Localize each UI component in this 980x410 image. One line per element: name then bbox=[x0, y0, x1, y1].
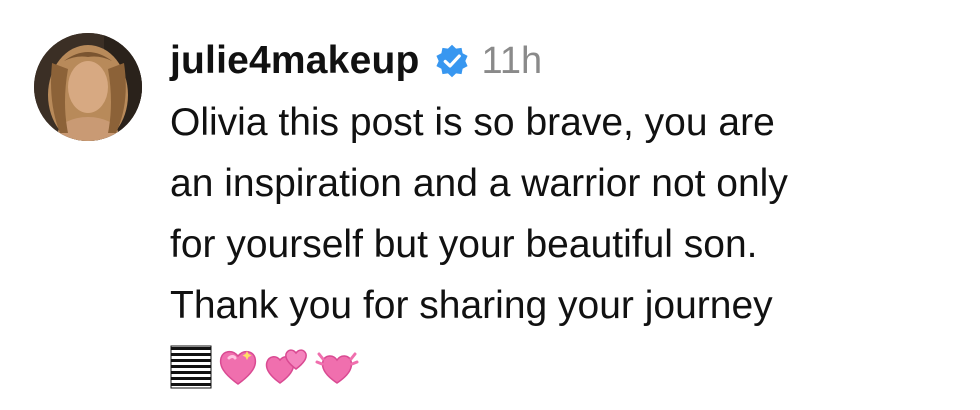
avatar[interactable] bbox=[34, 33, 142, 141]
comment-text-line: Thank you for sharing your journey bbox=[170, 284, 773, 327]
comment-text-line: an inspiration and a warrior not only bbox=[170, 162, 788, 205]
sparkling-heart-emoji-icon bbox=[219, 350, 257, 385]
striped-ribbon-emoji-icon bbox=[170, 345, 212, 388]
comment-header: julie4makeup 11h bbox=[170, 30, 970, 92]
comment-content: julie4makeup 11h Olivia this post is so … bbox=[170, 30, 970, 397]
beating-heart-emoji-icon bbox=[315, 352, 359, 384]
comment-text-line: for yourself but your beautiful son. bbox=[170, 223, 758, 266]
two-hearts-emoji-icon bbox=[265, 348, 307, 384]
username-link[interactable]: julie4makeup bbox=[170, 39, 420, 83]
timestamp: 11h bbox=[481, 39, 543, 82]
comment-text: Olivia this post is so brave, you are an… bbox=[170, 92, 970, 397]
comment-text-line: Olivia this post is so brave, you are bbox=[170, 101, 775, 144]
comment-item: julie4makeup 11h Olivia this post is so … bbox=[0, 0, 980, 410]
verified-badge-icon bbox=[434, 43, 470, 79]
emoji-row bbox=[170, 336, 970, 397]
